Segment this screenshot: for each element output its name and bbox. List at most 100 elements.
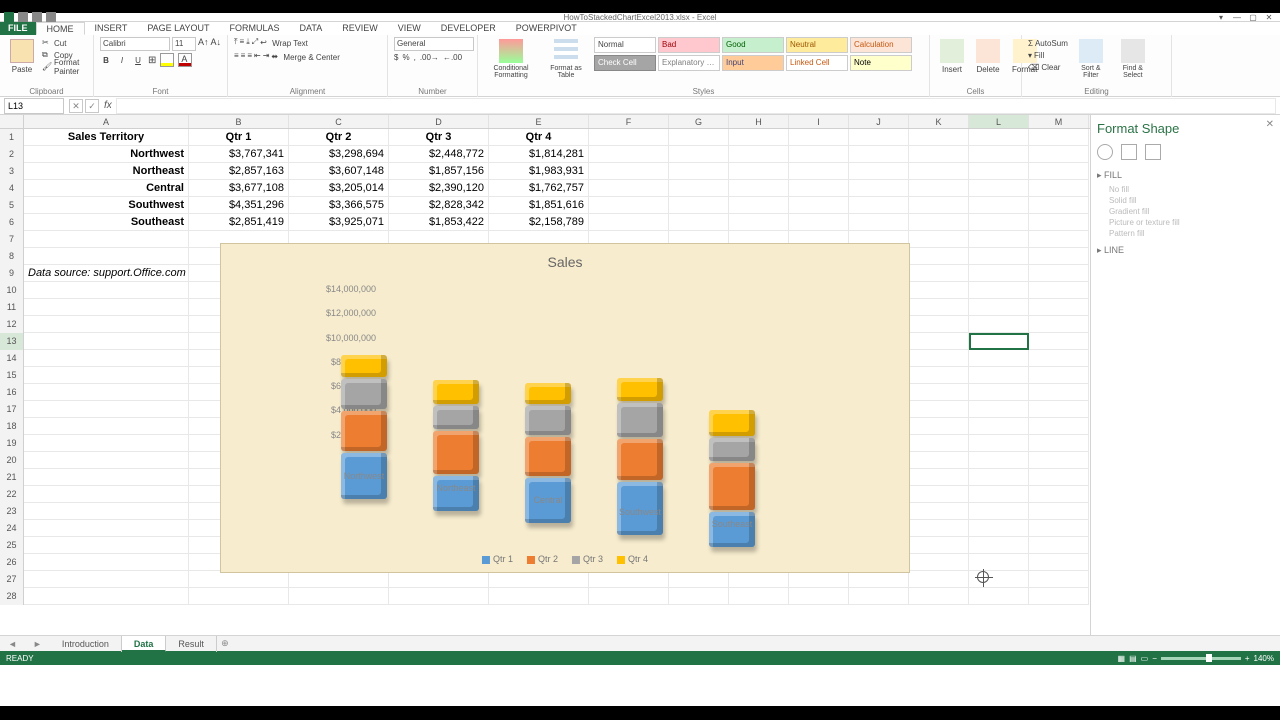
cell-G5[interactable] <box>669 197 729 214</box>
cell-F3[interactable] <box>589 163 669 180</box>
cell-C3[interactable]: $3,607,148 <box>289 163 389 180</box>
segment-qtr1[interactable] <box>709 512 755 547</box>
cell-L10[interactable] <box>969 282 1029 299</box>
row-header-12[interactable]: 12 <box>0 316 24 333</box>
tab-review[interactable]: REVIEW <box>332 22 388 35</box>
row-header-4[interactable]: 4 <box>0 180 24 197</box>
cell-M10[interactable] <box>1029 282 1089 299</box>
cell-L28[interactable] <box>969 588 1029 605</box>
cell-L17[interactable] <box>969 401 1029 418</box>
cell-M21[interactable] <box>1029 469 1089 486</box>
cell-L9[interactable] <box>969 265 1029 282</box>
save-icon[interactable] <box>18 12 28 22</box>
cell-K17[interactable] <box>909 401 969 418</box>
cell-G1[interactable] <box>669 129 729 146</box>
cell-L6[interactable] <box>969 214 1029 231</box>
cell-M4[interactable] <box>1029 180 1089 197</box>
cell-D2[interactable]: $2,448,772 <box>389 146 489 163</box>
cell-M5[interactable] <box>1029 197 1089 214</box>
tab-view[interactable]: VIEW <box>388 22 431 35</box>
cell-A2[interactable]: Northwest <box>24 146 189 163</box>
col-header-L[interactable]: L <box>969 115 1029 128</box>
cell-G3[interactable] <box>669 163 729 180</box>
row-header-22[interactable]: 22 <box>0 486 24 503</box>
cell-H6[interactable] <box>729 214 789 231</box>
row-header-8[interactable]: 8 <box>0 248 24 265</box>
segment-qtr3[interactable] <box>341 379 387 409</box>
tab-powerpivot[interactable]: POWERPIVOT <box>506 22 587 35</box>
close-pane-icon[interactable]: ✕ <box>1266 119 1274 130</box>
cell-H5[interactable] <box>729 197 789 214</box>
italic-button[interactable]: I <box>116 56 128 65</box>
cell-L4[interactable] <box>969 180 1029 197</box>
row-header-16[interactable]: 16 <box>0 384 24 401</box>
cell-K22[interactable] <box>909 486 969 503</box>
style-neutral[interactable]: Neutral <box>786 37 848 53</box>
fx-icon[interactable]: fx <box>104 100 112 111</box>
border-button[interactable]: ⊞ <box>148 55 156 66</box>
cell-A24[interactable] <box>24 520 189 537</box>
name-box[interactable] <box>4 98 64 114</box>
cell-B3[interactable]: $2,857,163 <box>189 163 289 180</box>
row-header-28[interactable]: 28 <box>0 588 24 605</box>
row-header-15[interactable]: 15 <box>0 367 24 384</box>
redo-icon[interactable] <box>46 12 56 22</box>
cell-K14[interactable] <box>909 350 969 367</box>
cell-K5[interactable] <box>909 197 969 214</box>
cell-L15[interactable] <box>969 367 1029 384</box>
cell-H1[interactable] <box>729 129 789 146</box>
undo-icon[interactable] <box>32 12 42 22</box>
orientation-icon[interactable]: ⤢ <box>252 37 258 49</box>
cell-M28[interactable] <box>1029 588 1089 605</box>
cell-D6[interactable]: $1,853,422 <box>389 214 489 231</box>
merge-center-button[interactable]: ⬌Merge & Center <box>271 51 339 63</box>
row-header-1[interactable]: 1 <box>0 129 24 146</box>
effects-tab-icon[interactable] <box>1121 144 1137 160</box>
segment-qtr4[interactable] <box>617 378 663 400</box>
cell-D1[interactable]: Qtr 3 <box>389 129 489 146</box>
format-painter-button[interactable]: 🖌Format Painter <box>42 61 87 73</box>
style-note[interactable]: Note <box>850 55 912 71</box>
cell-M24[interactable] <box>1029 520 1089 537</box>
cell-A18[interactable] <box>24 418 189 435</box>
cell-E28[interactable] <box>489 588 589 605</box>
legend-item-qtr2[interactable]: Qtr 2 <box>527 554 558 564</box>
cell-D27[interactable] <box>389 571 489 588</box>
align-right-icon[interactable]: ≡ <box>247 51 252 63</box>
cell-M13[interactable] <box>1029 333 1089 350</box>
row-header-26[interactable]: 26 <box>0 554 24 571</box>
delete-cells-button[interactable]: Delete <box>972 37 1004 76</box>
cell-A6[interactable]: Southeast <box>24 214 189 231</box>
cell-E6[interactable]: $2,158,789 <box>489 214 589 231</box>
select-all-button[interactable] <box>0 115 24 128</box>
row-header-17[interactable]: 17 <box>0 401 24 418</box>
cell-G6[interactable] <box>669 214 729 231</box>
cell-M14[interactable] <box>1029 350 1089 367</box>
cell-K18[interactable] <box>909 418 969 435</box>
cell-I5[interactable] <box>789 197 849 214</box>
cell-I1[interactable] <box>789 129 849 146</box>
cell-L20[interactable] <box>969 452 1029 469</box>
style-linked-cell[interactable]: Linked Cell <box>786 55 848 71</box>
sheet-tab-data[interactable]: Data <box>122 636 167 652</box>
window-controls[interactable]: ▾ — ▢ ✕ <box>1214 13 1276 22</box>
cell-A28[interactable] <box>24 588 189 605</box>
segment-qtr3[interactable] <box>433 406 479 429</box>
cell-K24[interactable] <box>909 520 969 537</box>
cell-M7[interactable] <box>1029 231 1089 248</box>
chart-object[interactable]: Sales $0$2,000,000$4,000,000$6,000,000$8… <box>220 243 910 573</box>
cell-L23[interactable] <box>969 503 1029 520</box>
cell-A7[interactable] <box>24 231 189 248</box>
line-section-header[interactable]: ▸ LINE <box>1097 245 1274 256</box>
col-header-B[interactable]: B <box>189 115 289 128</box>
segment-qtr3[interactable] <box>525 406 571 435</box>
cell-K20[interactable] <box>909 452 969 469</box>
row-header-18[interactable]: 18 <box>0 418 24 435</box>
cell-J5[interactable] <box>849 197 909 214</box>
cell-D28[interactable] <box>389 588 489 605</box>
style-input[interactable]: Input <box>722 55 784 71</box>
col-header-C[interactable]: C <box>289 115 389 128</box>
cell-K23[interactable] <box>909 503 969 520</box>
cell-A23[interactable] <box>24 503 189 520</box>
cell-K10[interactable] <box>909 282 969 299</box>
